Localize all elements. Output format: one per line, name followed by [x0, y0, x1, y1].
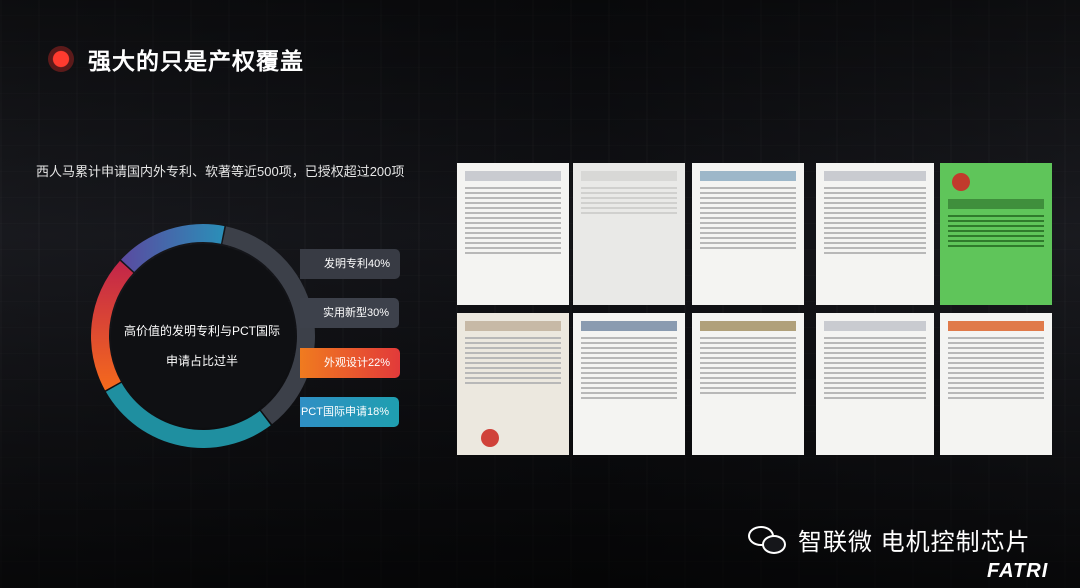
legend-label-utility-model: 实用新型30%	[300, 298, 399, 328]
journal-paper-thumbnail	[816, 163, 934, 305]
fatri-logo: FATRI	[987, 560, 1049, 582]
title-bullet-icon	[48, 46, 74, 72]
legend-label-design: 外观设计22%	[300, 348, 400, 378]
patent-certificate-thumbnail	[457, 313, 569, 455]
slide-title: 强大的只是产权覆盖	[88, 48, 304, 74]
legend-label-pct: PCT国际申请18%	[300, 397, 399, 427]
donut-center-line-1: 高价值的发明专利与PCT国际	[123, 324, 280, 338]
donut-center-text: 高价值的发明专利与PCT国际 申请占比过半	[112, 316, 292, 376]
journal-paper-thumbnail	[692, 163, 804, 305]
slide-subtitle: 西人马累计申请国内外专利、软著等近500项，已授权超过200项	[36, 164, 405, 179]
journal-paper-thumbnail	[940, 313, 1052, 455]
slide-header: 强大的只是产权覆盖	[48, 42, 304, 76]
patent-document-thumbnail	[457, 163, 569, 305]
journal-paper-thumbnail	[573, 313, 685, 455]
journal-paper-thumbnail	[692, 313, 804, 455]
footer-brand: 智联微 电机控制芯片	[748, 522, 1031, 557]
donut-center-line-2: 申请占比过半	[165, 354, 238, 368]
wechat-account-name: 智联微 电机控制芯片	[798, 529, 1031, 556]
wechat-icon	[748, 524, 790, 556]
journal-paper-thumbnail	[816, 313, 934, 455]
certificate-thumbnail	[940, 163, 1052, 305]
legend-label-invention: 发明专利40%	[300, 249, 400, 279]
patent-document-thumbnail	[573, 163, 685, 305]
